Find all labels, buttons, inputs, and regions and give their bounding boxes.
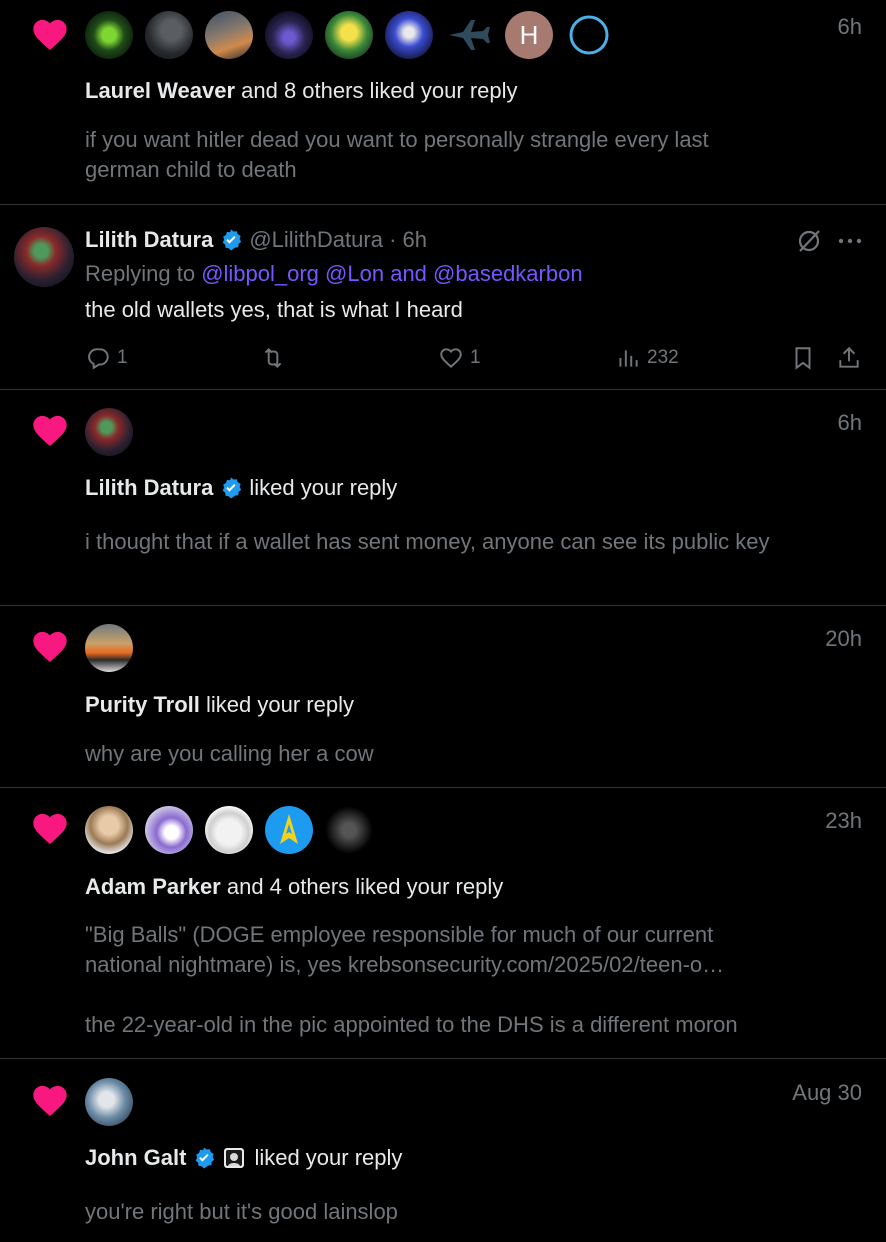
avatar[interactable] bbox=[325, 11, 373, 59]
ring-icon bbox=[569, 15, 609, 55]
action-text: and 4 others liked your reply bbox=[220, 874, 504, 899]
avatar[interactable] bbox=[565, 11, 613, 59]
verified-badge-icon bbox=[192, 1146, 216, 1170]
view-count: 232 bbox=[647, 347, 679, 368]
action-text: liked your reply bbox=[249, 475, 398, 500]
share-icon bbox=[839, 346, 859, 368]
liker-avatars bbox=[85, 624, 133, 672]
avatar[interactable] bbox=[205, 806, 253, 854]
heart-icon bbox=[30, 14, 70, 54]
user-name[interactable]: Adam Parker bbox=[85, 874, 221, 900]
tweet[interactable]: Lilith Datura @LilithDatura · 6h Replyin… bbox=[0, 205, 886, 390]
avatar[interactable] bbox=[85, 806, 133, 854]
verified-badge-icon bbox=[219, 228, 243, 252]
notification-headline: Laurel Weaver and 8 others liked your re… bbox=[85, 78, 518, 104]
avatar[interactable] bbox=[385, 11, 433, 59]
reply-button[interactable]: 1 bbox=[85, 345, 128, 371]
repost-button[interactable] bbox=[260, 345, 286, 371]
heart-icon bbox=[30, 410, 70, 450]
reply-excerpt: the 22-year-old in the pic appointed to … bbox=[85, 1012, 738, 1037]
user-name[interactable]: Lilith Datura bbox=[85, 475, 213, 501]
verified-badge-icon bbox=[219, 476, 243, 500]
notification-headline: Purity Troll liked your reply bbox=[85, 692, 354, 718]
bookmark-icon bbox=[795, 347, 811, 370]
reply-icon bbox=[88, 348, 109, 370]
author-handle[interactable]: @LilithDatura bbox=[249, 227, 383, 253]
avatar[interactable] bbox=[85, 1078, 133, 1126]
action-text: liked your reply bbox=[199, 692, 354, 717]
notification-item[interactable]: 23h Adam Parker and 4 others liked your … bbox=[0, 788, 886, 1059]
liker-avatars bbox=[85, 806, 373, 854]
heart-icon bbox=[30, 1080, 70, 1120]
liker-avatars bbox=[85, 408, 133, 456]
user-name[interactable]: Laurel Weaver bbox=[85, 78, 235, 104]
action-text: liked your reply bbox=[254, 1145, 403, 1170]
notification-item[interactable]: Aug 30 John Galt liked your reply you're… bbox=[0, 1059, 886, 1242]
heart-icon bbox=[30, 808, 70, 848]
liker-avatars bbox=[85, 1078, 133, 1126]
affiliate-badge-icon bbox=[222, 1146, 246, 1170]
mention-link[interactable]: @basedkarbon bbox=[433, 261, 583, 286]
reply-excerpt: why are you calling her a cow bbox=[85, 741, 374, 766]
plane-icon bbox=[449, 20, 490, 50]
reply-excerpt: if you want hitler dead you want to pers… bbox=[85, 127, 709, 182]
mention-link[interactable]: @libpol_org bbox=[201, 261, 319, 286]
separator: · bbox=[382, 227, 403, 252]
tweet-author: Lilith Datura @LilithDatura · 6h bbox=[85, 227, 427, 253]
liker-avatars: H bbox=[85, 11, 613, 59]
avatar[interactable] bbox=[265, 11, 313, 59]
tweet-actions: 1 1 232 bbox=[85, 345, 865, 377]
share-button[interactable] bbox=[836, 345, 862, 371]
notification-item[interactable]: 20h Purity Troll liked your reply why ar… bbox=[0, 606, 886, 788]
like-button[interactable]: 1 bbox=[438, 345, 481, 371]
grok-icon[interactable] bbox=[795, 227, 823, 255]
like-count: 1 bbox=[470, 347, 481, 368]
avatar[interactable] bbox=[445, 11, 493, 59]
timestamp: 20h bbox=[825, 626, 862, 651]
more-options-icon[interactable] bbox=[836, 227, 864, 255]
reply-excerpt: you're right but it's good lainslop bbox=[85, 1199, 398, 1224]
avatar[interactable] bbox=[14, 227, 74, 287]
avatar[interactable] bbox=[85, 624, 133, 672]
notification-headline: Lilith Datura liked your reply bbox=[85, 475, 397, 501]
timestamp: 23h bbox=[825, 808, 862, 833]
starfleet-icon bbox=[280, 814, 298, 844]
repost-icon bbox=[264, 347, 282, 369]
avatar[interactable] bbox=[145, 11, 193, 59]
user-name[interactable]: Purity Troll bbox=[85, 692, 200, 718]
tweet-time[interactable]: 6h bbox=[403, 227, 427, 253]
timestamp: Aug 30 bbox=[792, 1080, 862, 1105]
heart-icon bbox=[30, 626, 70, 666]
reply-excerpt: "Big Balls" (DOGE employee responsible f… bbox=[85, 922, 725, 977]
mention-link[interactable]: @Lon bbox=[325, 261, 384, 286]
notification-item[interactable]: H 6h Laurel Weaver and 8 others liked yo… bbox=[0, 0, 886, 205]
notification-headline: John Galt liked your reply bbox=[85, 1145, 402, 1171]
avatar[interactable] bbox=[265, 806, 313, 854]
avatar[interactable] bbox=[85, 408, 133, 456]
timestamp: 6h bbox=[837, 410, 862, 435]
avatar[interactable] bbox=[85, 11, 133, 59]
tweet-text: the old wallets yes, that is what I hear… bbox=[85, 297, 463, 322]
avatar[interactable] bbox=[145, 806, 193, 854]
action-text: and 8 others liked your reply bbox=[235, 78, 518, 103]
bookmark-button[interactable] bbox=[790, 345, 816, 371]
author-name[interactable]: Lilith Datura bbox=[85, 227, 213, 253]
notification-item[interactable]: 6h Lilith Datura liked your reply i thou… bbox=[0, 390, 886, 606]
notification-headline: Adam Parker and 4 others liked your repl… bbox=[85, 874, 503, 900]
views-button[interactable]: 232 bbox=[615, 345, 679, 371]
avatar[interactable]: H bbox=[505, 11, 553, 59]
avatar[interactable] bbox=[205, 11, 253, 59]
replying-to: Replying to @libpol_org @Lon and @basedk… bbox=[85, 261, 583, 286]
reply-excerpt: i thought that if a wallet has sent mone… bbox=[85, 529, 770, 554]
timestamp: 6h bbox=[837, 14, 862, 39]
avatar[interactable] bbox=[325, 806, 373, 854]
views-icon bbox=[619, 350, 638, 367]
like-icon bbox=[440, 348, 462, 368]
reply-count: 1 bbox=[117, 347, 128, 368]
user-name[interactable]: John Galt bbox=[85, 1145, 186, 1171]
